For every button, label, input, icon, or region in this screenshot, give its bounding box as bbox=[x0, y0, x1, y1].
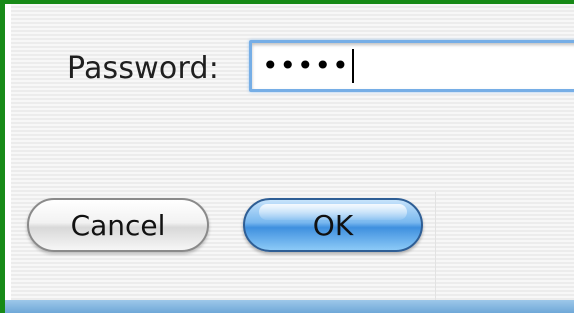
password-field[interactable]: ••••• bbox=[249, 40, 574, 92]
text-caret bbox=[351, 49, 354, 83]
divider bbox=[435, 192, 436, 302]
ok-button-label: OK bbox=[312, 208, 354, 242]
cancel-button-label: Cancel bbox=[70, 208, 166, 242]
password-value[interactable]: ••••• bbox=[262, 49, 354, 83]
password-label: Password: bbox=[67, 51, 220, 86]
dialog-edge bbox=[5, 4, 11, 313]
password-dialog: Password: ••••• Cancel OK bbox=[0, 0, 574, 313]
ok-button[interactable]: OK bbox=[243, 198, 423, 252]
password-dots: ••••• bbox=[262, 49, 350, 82]
cancel-button[interactable]: Cancel bbox=[27, 198, 209, 252]
bottom-bar bbox=[5, 300, 574, 313]
